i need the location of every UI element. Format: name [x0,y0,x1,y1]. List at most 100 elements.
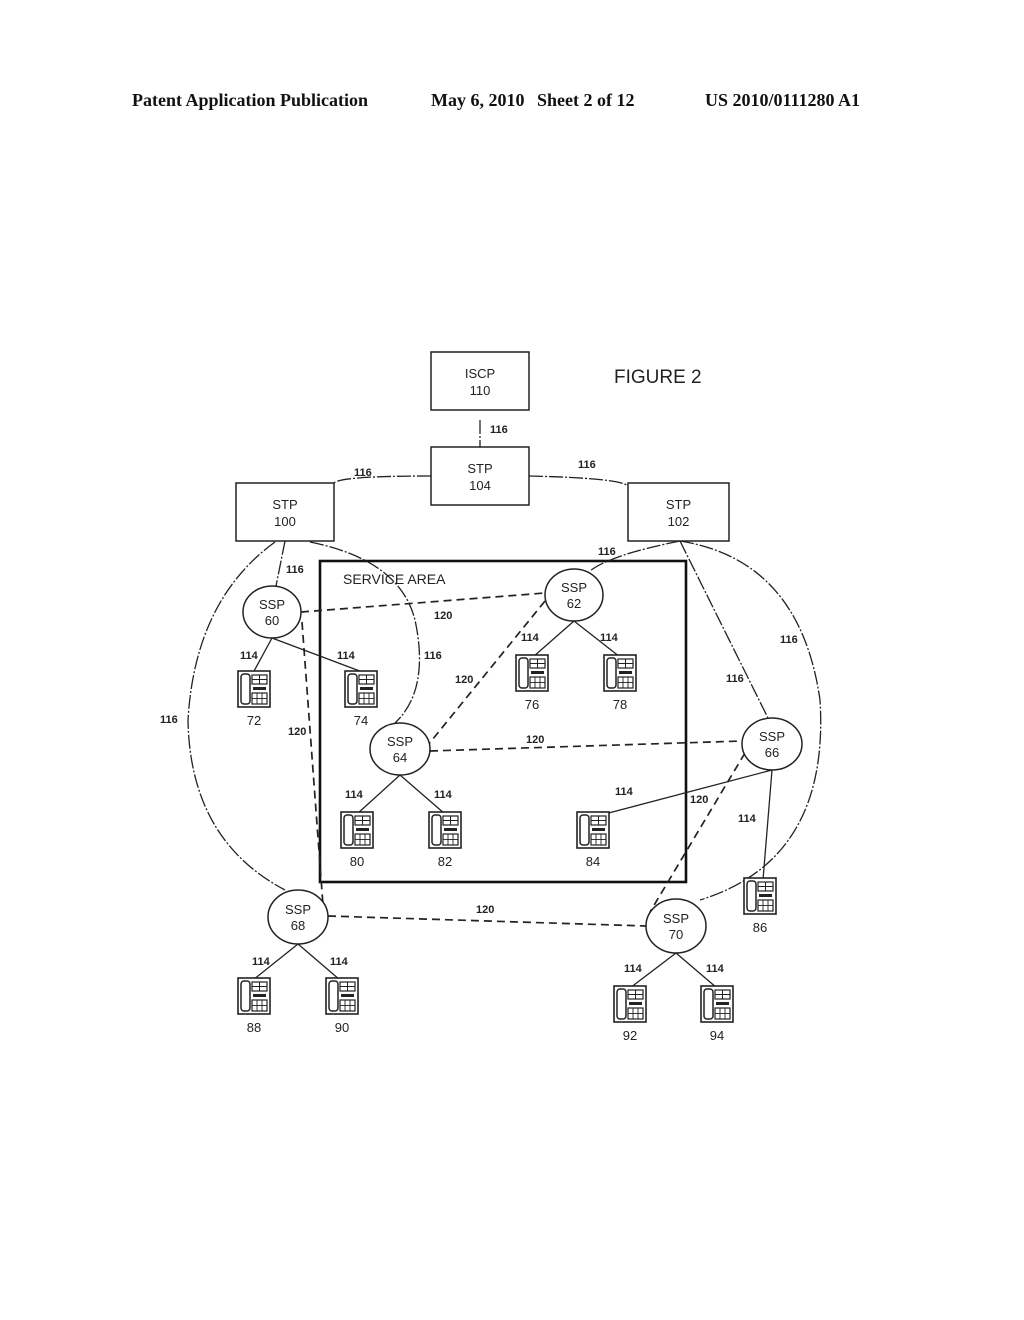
trunk-link-line [429,740,743,752]
terminal-ref-label: 76 [525,697,539,712]
ssp-circle [242,585,302,639]
link-ref-label: 116 [780,634,798,646]
link-ref-label: 116 [490,424,508,436]
terminal-ref-label: 84 [586,854,600,869]
node-box [627,482,730,542]
terminal-82: 82 [428,811,462,869]
signaling-link-line [528,475,629,487]
terminal-ref-label: 82 [438,854,452,869]
trunk-link-line [327,915,647,927]
node-type-label: STP [666,497,691,512]
link-ref-label: 116 [424,650,442,662]
ssp-circle [741,717,803,771]
link-stp104-stp102: 116 [528,459,629,487]
terminal-ref-label: 78 [613,697,627,712]
terminal-86: 86 [743,877,777,935]
link-ssp68-t90: 114 [297,943,349,981]
link-ref-label: 114 [600,632,619,644]
terminal-74: 74 [344,670,378,728]
terminal-78: 78 [603,654,637,712]
link-ssp68-t88: 114 [252,943,299,981]
ssp-node-64: SSP64 [369,722,431,776]
link-ssp68-ssp70: 120 [327,904,647,927]
node-type-label: SSP [387,734,413,749]
node-type-label: STP [272,497,297,512]
telephone-icon [237,977,271,1015]
link-ssp60-ssp62: 120 [300,592,546,622]
link-ssp64-ssp66: 120 [429,734,743,752]
link-ref-label: 114 [738,813,757,825]
node-type-label: STP [467,461,492,476]
ssp-node-62: SSP62 [544,568,604,622]
telephone-icon [576,811,610,849]
node-box [430,446,530,506]
link-ref-label: 114 [252,956,271,968]
signaling-link-line [333,475,432,484]
link-ref-label: 116 [578,459,596,471]
link-ssp64-t80: 114 [345,774,401,815]
link-ssp60-ssp68: 120 [288,621,324,906]
node-type-label: SSP [561,580,587,595]
link-ref-label: 116 [160,714,178,726]
stp-node-100: STP 100 [235,482,335,542]
link-ssp62-t78: 114 [573,620,621,658]
terminal-ref-label: 92 [623,1028,637,1043]
ssp-node-68: SSP68 [267,889,329,945]
node-ref-label: 62 [567,596,581,611]
link-ssp62-t76: 114 [521,620,575,658]
node-ref-label: 102 [668,514,690,529]
signaling-link-line [275,540,286,587]
node-type-label: SSP [285,902,311,917]
service-area-boundary [318,559,688,884]
node-box [430,351,530,411]
link-ref-label: 114 [434,789,453,801]
ssp-circle [544,568,604,622]
link-ref-label: 120 [434,610,452,622]
telephone-icon [428,811,462,849]
link-ref-label: 116 [598,546,616,558]
node-ref-label: 100 [274,514,296,529]
link-ref-label: 120 [455,674,473,686]
link-ref-label: 114 [706,963,725,975]
node-ref-label: 68 [291,918,305,933]
link-stp100-ssp60: 116 [275,540,304,587]
link-ref-label: 116 [286,564,304,576]
terminal-88: 88 [237,977,271,1035]
line-link-line [356,774,401,815]
node-box [235,482,335,542]
link-stp102-ssp66: 116 [679,540,769,719]
iscp-node-110: ISCP 110 [430,351,530,411]
link-ref-label: 116 [726,673,744,685]
terminal-ref-label: 74 [354,713,368,728]
node-type-label: SSP [663,911,689,926]
terminal-ref-label: 80 [350,854,364,869]
link-ref-label: 114 [624,963,643,975]
link-stp104-stp100: 116 [333,467,432,484]
signaling-link-line [679,540,822,901]
terminal-72: 72 [237,670,271,728]
terminal-92: 92 [613,985,647,1043]
link-ssp64-t82: 114 [399,774,453,815]
telephone-icon [700,985,734,1023]
terminal-ref-label: 72 [247,713,261,728]
signaling-link-line [679,540,769,719]
node-type-label: ISCP [465,366,495,381]
link-ssp70-t94: 114 [675,952,725,989]
link-stp102-ssp62: 116 [589,540,681,572]
terminal-84: 84 [576,811,610,869]
trunk-link-line [300,592,546,613]
terminal-ref-label: 86 [753,920,767,935]
node-type-label: SSP [259,597,285,612]
link-ssp60-t72: 114 [240,637,273,674]
line-link-line [532,620,575,658]
node-ref-label: 70 [669,927,683,942]
telephone-icon [344,670,378,708]
link-ssp70-t92: 114 [624,952,677,989]
terminal-94: 94 [700,985,734,1043]
ssp-node-66: SSP66 [741,717,803,771]
link-ref-label: 120 [476,904,494,916]
node-ref-label: 64 [393,750,407,765]
terminal-80: 80 [340,811,374,869]
link-ref-label: 120 [526,734,544,746]
ssp-circle [369,722,431,776]
